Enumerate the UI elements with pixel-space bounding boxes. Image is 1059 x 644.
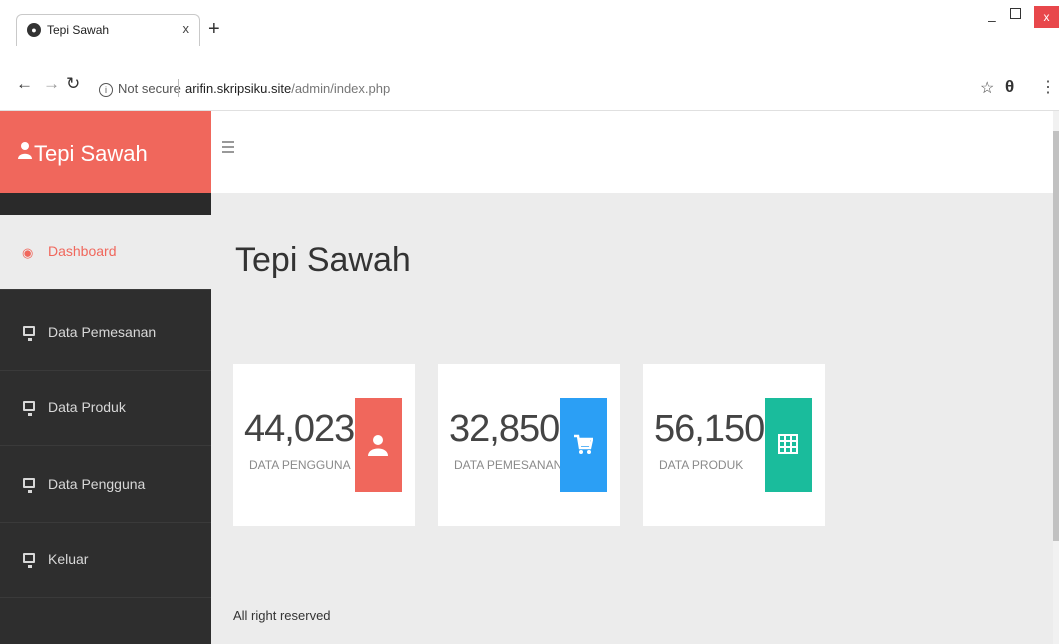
- monitor-icon: [23, 553, 35, 568]
- grid-icon: [778, 434, 798, 454]
- tab-close-button[interactable]: x: [183, 21, 190, 36]
- sidebar-item-data-pengguna[interactable]: Data Pengguna: [0, 448, 211, 523]
- main-content: Tepi Sawah 44,023 DATA PENGGUNA 32,850 D…: [211, 111, 1053, 644]
- user-icon: [18, 142, 32, 159]
- brand-name: Tepi Sawah: [34, 141, 148, 166]
- stat-value: 56,150: [654, 408, 765, 450]
- new-tab-button[interactable]: +: [208, 19, 220, 39]
- reload-icon[interactable]: ↻: [66, 74, 80, 94]
- sidebar-item-label: Data Pengguna: [48, 476, 146, 492]
- url-input[interactable]: arifin.skripsiku.site/admin/index.php: [185, 81, 390, 96]
- stat-caption: DATA PENGGUNA: [249, 458, 351, 472]
- browser-tab[interactable]: ● Tepi Sawah x: [16, 14, 200, 46]
- footer-text: All right reserved: [233, 608, 331, 623]
- browser-menu-icon[interactable]: ⋮: [1040, 77, 1056, 97]
- minimize-button[interactable]: ‒: [988, 12, 996, 28]
- tab-title: Tepi Sawah: [47, 23, 110, 37]
- cart-icon: [574, 434, 593, 454]
- forward-icon[interactable]: →: [43, 74, 60, 94]
- stat-card-pemesanan: 32,850 DATA PEMESANAN: [438, 364, 620, 526]
- sidebar-item-label: Data Produk: [48, 399, 126, 415]
- stat-card-produk: 56,150 DATA PRODUK: [643, 364, 825, 526]
- info-icon[interactable]: i: [99, 83, 113, 97]
- sidebar-item-label: Data Pemesanan: [48, 324, 157, 340]
- sidebar-item-keluar[interactable]: Keluar: [0, 523, 211, 598]
- stat-tile: [765, 398, 812, 492]
- url-path: /admin/index.php: [291, 81, 391, 96]
- top-navbar: [211, 111, 1053, 193]
- sidebar-item-data-pemesanan[interactable]: Data Pemesanan: [0, 296, 211, 371]
- window-close-button[interactable]: x: [1034, 6, 1059, 28]
- user-icon: [368, 435, 388, 456]
- back-icon[interactable]: ←: [16, 74, 33, 94]
- stat-caption: DATA PEMESANAN: [454, 458, 563, 472]
- sidebar-top-strip: [0, 193, 211, 215]
- stat-card-pengguna: 44,023 DATA PENGGUNA: [233, 364, 415, 526]
- stat-caption: DATA PRODUK: [659, 458, 744, 472]
- sidebar-item-data-produk[interactable]: Data Produk: [0, 371, 211, 446]
- account-icon[interactable]: θ: [1005, 77, 1014, 97]
- sidebar-item-dashboard[interactable]: ◉ Dashboard: [0, 215, 211, 290]
- hamburger-menu-icon[interactable]: [222, 141, 234, 153]
- brand-header[interactable]: Tepi Sawah: [0, 111, 211, 193]
- bookmark-star-icon[interactable]: ☆: [980, 78, 994, 98]
- globe-icon: ●: [27, 23, 41, 37]
- page-title: Tepi Sawah: [235, 241, 411, 279]
- stat-value: 44,023: [244, 408, 355, 450]
- sidebar-item-label: Keluar: [48, 551, 89, 567]
- stat-tile: [560, 398, 607, 492]
- browser-tabbar: ● Tepi Sawah x + ‒ x: [0, 0, 1059, 60]
- scrollbar-thumb[interactable]: [1053, 131, 1059, 541]
- monitor-icon: [23, 401, 35, 416]
- sidebar-item-label: Dashboard: [48, 243, 117, 259]
- url-host: arifin.skripsiku.site: [185, 81, 292, 96]
- monitor-icon: [23, 478, 35, 493]
- sidebar: ◉ Dashboard Data Pemesanan Data Produk D…: [0, 193, 211, 644]
- maximize-button[interactable]: [1010, 8, 1021, 19]
- url-separator: [178, 79, 179, 97]
- security-label[interactable]: Not secure: [118, 81, 181, 96]
- monitor-icon: [23, 326, 35, 341]
- stat-tile: [355, 398, 402, 492]
- page-scrollbar[interactable]: [1053, 111, 1059, 644]
- dashboard-icon: ◉: [22, 245, 34, 260]
- stat-value: 32,850: [449, 408, 560, 450]
